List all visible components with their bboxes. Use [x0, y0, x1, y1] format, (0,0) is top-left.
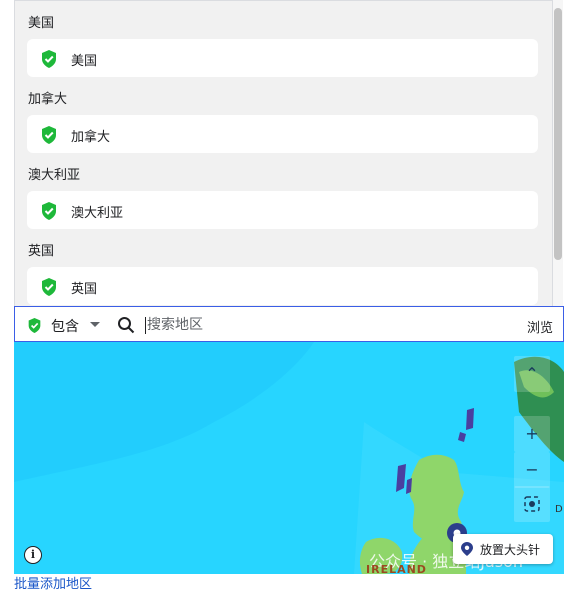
- place-pin-button[interactable]: 放置大头针: [453, 534, 553, 564]
- map-place-label: IRELAND: [366, 563, 427, 574]
- region-group-label: 澳大利亚: [28, 168, 81, 183]
- region-search-bar: 包含 浏览: [14, 306, 564, 342]
- locate-target-icon: [524, 496, 540, 512]
- targeted-regions-list: 美国 美国 加拿大 加拿大 澳大利亚 澳大利亚 英国 英国: [14, 0, 553, 307]
- region-item-australia[interactable]: 澳大利亚: [27, 191, 538, 229]
- map-pan-up-button[interactable]: ⌃: [514, 356, 550, 392]
- region-group-label: 美国: [28, 16, 55, 31]
- include-mode-dropdown[interactable]: 包含: [51, 316, 79, 336]
- shield-check-icon: [42, 202, 56, 220]
- browse-link[interactable]: 浏览: [527, 317, 553, 336]
- region-item-label: 英国: [71, 282, 98, 297]
- region-group-label: 英国: [28, 244, 55, 259]
- map-zoom-out-button[interactable]: −: [514, 452, 550, 488]
- place-pin-label: 放置大头针: [480, 543, 541, 557]
- map-recenter-button[interactable]: [514, 486, 550, 522]
- shield-check-icon: [42, 126, 56, 144]
- map-pin-icon: [461, 542, 473, 556]
- search-icon: [118, 317, 135, 334]
- region-item-label: 美国: [71, 54, 98, 69]
- shield-check-icon: [28, 318, 41, 333]
- region-item-label: 加拿大: [71, 130, 111, 145]
- chevron-down-icon[interactable]: [90, 322, 100, 327]
- region-item-uk[interactable]: 英国: [27, 267, 538, 305]
- shield-check-icon: [42, 50, 56, 68]
- region-item-canada[interactable]: 加拿大: [27, 115, 538, 153]
- targeting-map[interactable]: ⌃ + − D 公众号 · 独立站Jason IRELAND 放置大头针 i: [14, 342, 564, 574]
- shield-check-icon: [42, 278, 56, 296]
- list-scrollbar-thumb[interactable]: [554, 8, 562, 260]
- text-cursor: [145, 317, 146, 334]
- region-group-label: 加拿大: [28, 92, 68, 107]
- region-item-label: 澳大利亚: [71, 206, 124, 221]
- map-place-label: D: [555, 504, 563, 515]
- search-region-input[interactable]: [147, 313, 487, 337]
- region-item-usa[interactable]: 美国: [27, 39, 538, 77]
- info-icon[interactable]: i: [24, 546, 42, 564]
- map-zoom-in-button[interactable]: +: [514, 416, 550, 452]
- bulk-add-regions-link[interactable]: 批量添加地区: [14, 578, 92, 592]
